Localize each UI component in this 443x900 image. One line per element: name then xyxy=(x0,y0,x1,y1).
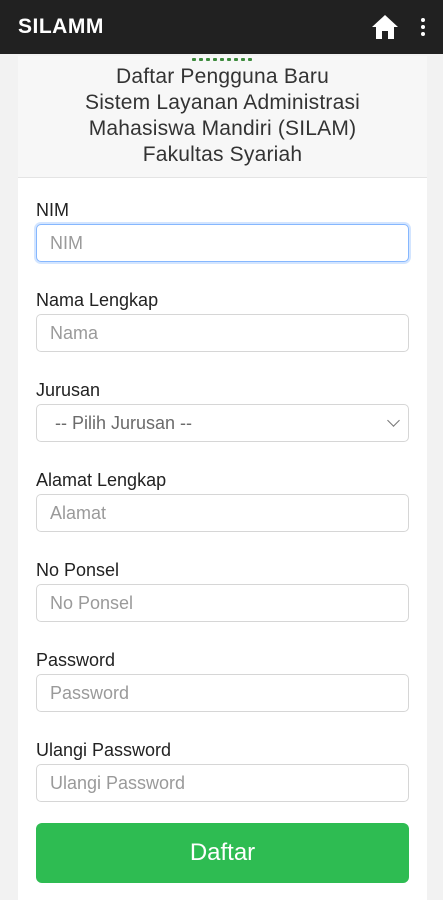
app-bar-actions xyxy=(369,11,431,43)
ponsel-input[interactable] xyxy=(36,584,409,622)
alamat-label: Alamat Lengkap xyxy=(36,470,167,490)
ulangi-password-label: Ulangi Password xyxy=(36,740,172,760)
home-button[interactable] xyxy=(369,11,401,43)
more-vertical-icon-dot xyxy=(421,18,425,22)
ponsel-label: No Ponsel xyxy=(36,560,120,580)
app-bar: SILAMM xyxy=(0,0,443,54)
nama-group: Nama Lengkap xyxy=(36,286,409,352)
nim-label: NIM xyxy=(36,200,69,220)
ponsel-group: No Ponsel xyxy=(36,556,409,622)
jurusan-group: Jurusan -- Pilih Jurusan -- xyxy=(36,376,409,442)
ulangi-password-input[interactable] xyxy=(36,764,409,802)
header-title-line: Mahasiswa Mandiri (SILAM) xyxy=(88,117,357,140)
card-header: Daftar Pengguna Baru Sistem Layanan Admi… xyxy=(18,56,427,178)
more-vertical-icon-dot xyxy=(421,25,425,29)
nim-group: NIM xyxy=(36,196,409,262)
jurusan-select[interactable]: -- Pilih Jurusan -- xyxy=(36,404,409,442)
ulangi-password-group: Ulangi Password xyxy=(36,736,409,802)
alamat-input[interactable] xyxy=(36,494,409,532)
alamat-group: Alamat Lengkap xyxy=(36,466,409,532)
nama-input[interactable] xyxy=(36,314,409,352)
nim-input[interactable] xyxy=(36,224,409,262)
nama-label: Nama Lengkap xyxy=(36,290,159,310)
password-group: Password xyxy=(36,646,409,712)
registration-card: Daftar Pengguna Baru Sistem Layanan Admi… xyxy=(18,56,427,900)
password-label: Password xyxy=(36,650,116,670)
password-input[interactable] xyxy=(36,674,409,712)
home-icon xyxy=(372,15,398,39)
header-title-line: Sistem Layanan Administrasi xyxy=(84,91,361,114)
logo-decoration xyxy=(192,58,252,62)
daftar-button[interactable]: Daftar xyxy=(36,823,409,883)
jurusan-selected-value: -- Pilih Jurusan -- xyxy=(55,412,193,433)
jurusan-label: Jurusan xyxy=(36,380,101,400)
header-title-line: Fakultas Syariah xyxy=(142,143,303,166)
more-menu-button[interactable] xyxy=(415,11,431,43)
more-vertical-icon-dot xyxy=(421,32,425,36)
chevron-down-icon xyxy=(387,414,400,427)
app-title: SILAMM xyxy=(18,15,104,38)
registration-form: NIM Nama Lengkap Jurusan -- Pilih Jurusa… xyxy=(18,196,427,883)
header-title-line: Daftar Pengguna Baru xyxy=(116,65,329,88)
